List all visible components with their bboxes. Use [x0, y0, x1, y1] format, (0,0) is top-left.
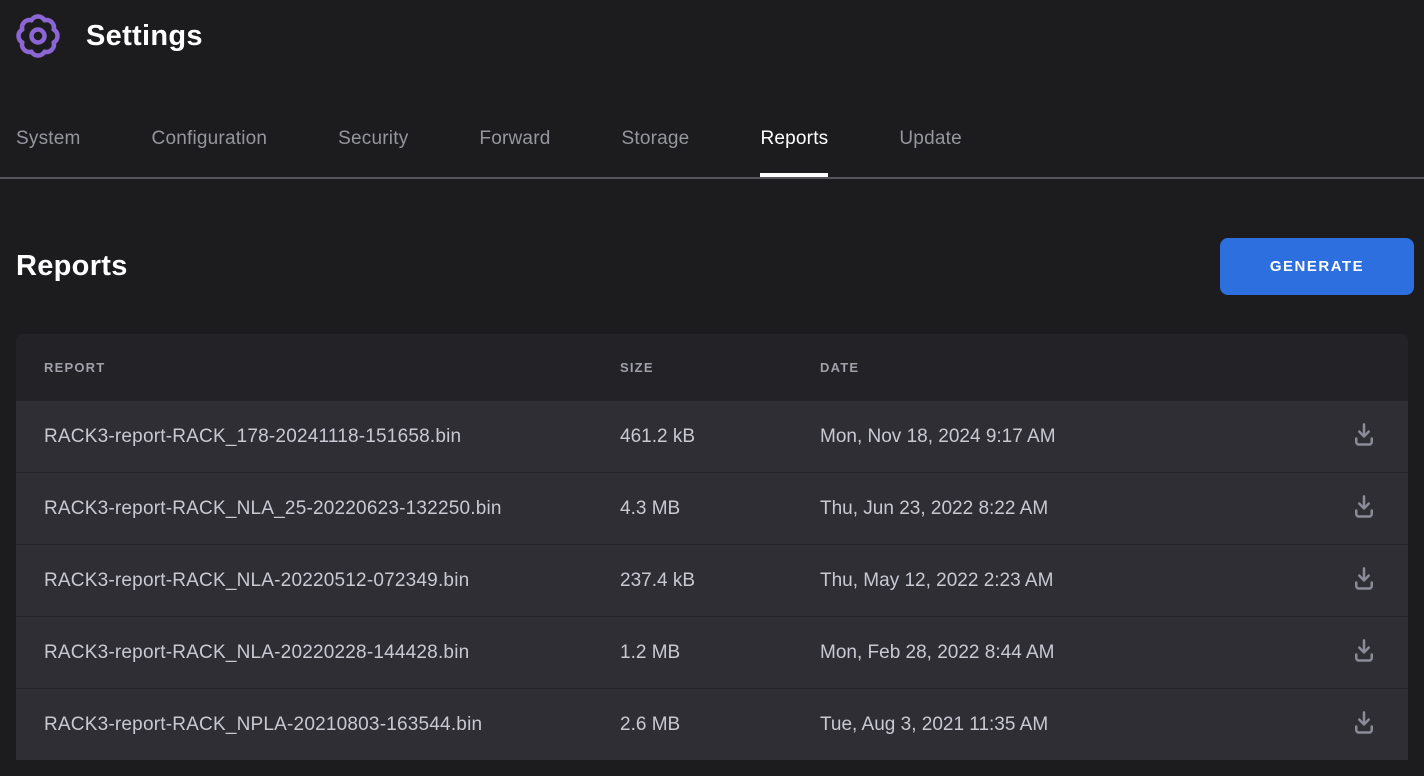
column-header-size: SIZE — [620, 360, 820, 375]
table-row: RACK3-report-RACK_NLA-20220512-072349.bi… — [16, 544, 1408, 616]
download-button[interactable] — [1344, 705, 1384, 745]
report-filename: RACK3-report-RACK_NLA-20220512-072349.bi… — [44, 570, 620, 592]
report-filename: RACK3-report-RACK_178-20241118-151658.bi… — [44, 426, 620, 448]
tab-label: Forward — [479, 128, 550, 149]
table-row: RACK3-report-RACK_178-20241118-151658.bi… — [16, 400, 1408, 472]
download-button[interactable] — [1344, 489, 1384, 529]
download-icon — [1349, 708, 1379, 741]
tab-item[interactable]: Configuration — [152, 128, 268, 177]
report-filename: RACK3-report-RACK_NLA_25-20220623-132250… — [44, 498, 620, 520]
page-title: Settings — [86, 20, 203, 53]
tab-item[interactable]: System — [16, 128, 81, 177]
tab-label: Update — [899, 128, 961, 149]
download-icon — [1349, 492, 1379, 525]
tab-item[interactable]: Security — [338, 128, 408, 177]
report-date: Thu, Jun 23, 2022 8:22 AM — [820, 498, 1328, 520]
tab-item[interactable]: Update — [899, 128, 961, 177]
report-filename: RACK3-report-RACK_NLA-20220228-144428.bi… — [44, 642, 620, 664]
reports-table: REPORT SIZE DATE RACK3-report-RACK_178-2… — [16, 334, 1408, 760]
tab-label: Storage — [622, 128, 690, 149]
tab-label: Security — [338, 128, 408, 149]
generate-button[interactable]: GENERATE — [1220, 238, 1414, 295]
tab-label: System — [16, 128, 81, 149]
gear-icon — [14, 12, 62, 60]
column-header-date: DATE — [820, 360, 1328, 375]
reports-section-head: Reports GENERATE — [16, 238, 1414, 295]
download-icon — [1349, 564, 1379, 597]
report-size: 2.6 MB — [620, 714, 820, 736]
report-filename: RACK3-report-RACK_NPLA-20210803-163544.b… — [44, 714, 620, 736]
tab-item[interactable]: Forward — [479, 128, 550, 177]
table-body: RACK3-report-RACK_178-20241118-151658.bi… — [16, 400, 1408, 760]
download-button[interactable] — [1344, 417, 1384, 457]
report-size: 4.3 MB — [620, 498, 820, 520]
download-button[interactable] — [1344, 633, 1384, 673]
report-size: 237.4 kB — [620, 570, 820, 592]
report-date: Tue, Aug 3, 2021 11:35 AM — [820, 714, 1328, 736]
settings-tab-bar: System Configuration Security Forward St… — [0, 128, 1424, 179]
report-date: Mon, Feb 28, 2022 8:44 AM — [820, 642, 1328, 664]
column-header-report: REPORT — [44, 360, 620, 375]
table-row: RACK3-report-RACK_NLA-20220228-144428.bi… — [16, 616, 1408, 688]
tab-label: Configuration — [152, 128, 268, 149]
download-icon — [1349, 420, 1379, 453]
download-icon — [1349, 636, 1379, 669]
table-header-row: REPORT SIZE DATE — [16, 334, 1408, 400]
table-row: RACK3-report-RACK_NLA_25-20220623-132250… — [16, 472, 1408, 544]
report-size: 461.2 kB — [620, 426, 820, 448]
app-header: Settings — [0, 0, 1424, 62]
tab-label: Reports — [760, 128, 828, 149]
section-title: Reports — [16, 250, 128, 283]
tab-item[interactable]: Storage — [622, 128, 690, 177]
download-button[interactable] — [1344, 561, 1384, 601]
table-row: RACK3-report-RACK_NPLA-20210803-163544.b… — [16, 688, 1408, 760]
tab-item[interactable]: Reports — [760, 128, 828, 177]
report-date: Mon, Nov 18, 2024 9:17 AM — [820, 426, 1328, 448]
report-date: Thu, May 12, 2022 2:23 AM — [820, 570, 1328, 592]
report-size: 1.2 MB — [620, 642, 820, 664]
